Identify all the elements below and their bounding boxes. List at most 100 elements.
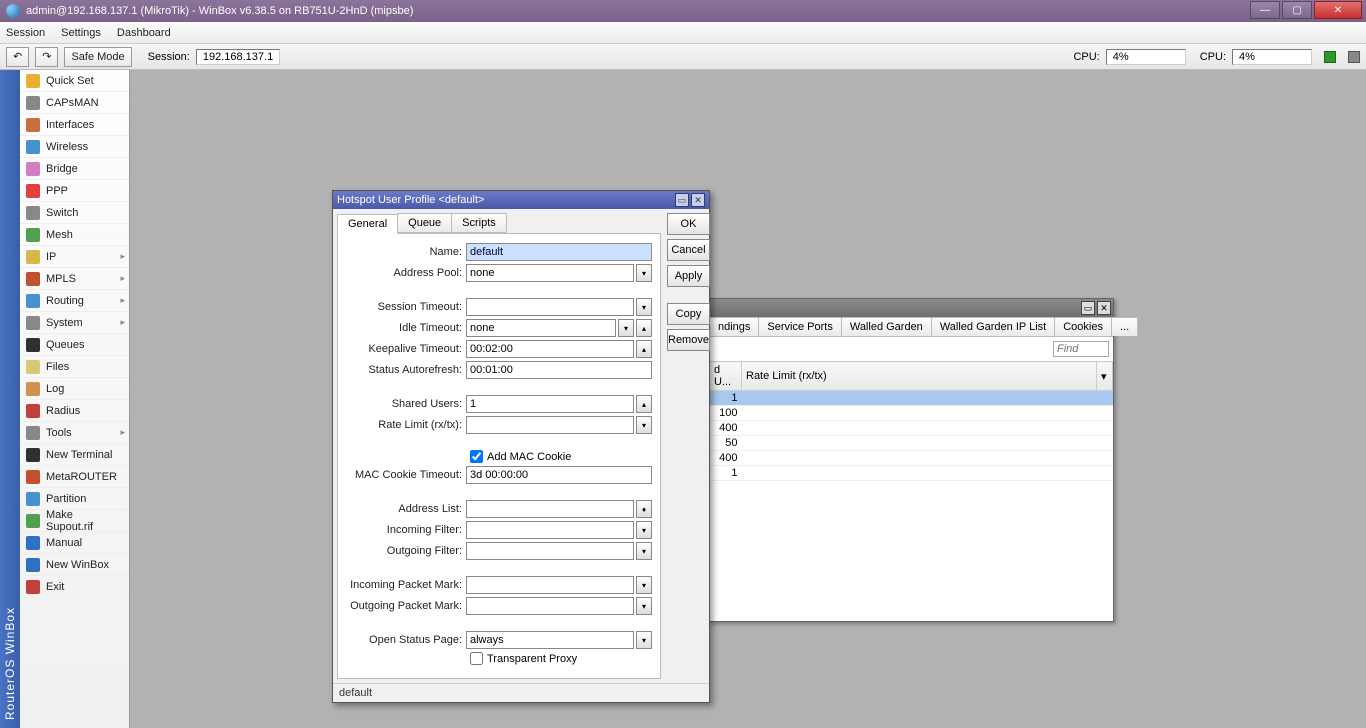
- sidebar-item-capsman[interactable]: CAPsMAN: [20, 92, 129, 114]
- sidebar-item-label: Exit: [46, 581, 64, 593]
- pool-input[interactable]: [466, 264, 634, 282]
- apply-button[interactable]: Apply: [667, 265, 710, 287]
- sidebar-item-metarouter[interactable]: MetaROUTER: [20, 466, 129, 488]
- sidebar-item-queues[interactable]: Queues: [20, 334, 129, 356]
- bgwin-tab-5[interactable]: ...: [1111, 317, 1138, 336]
- close-button[interactable]: ✕: [1314, 1, 1362, 19]
- redo-button[interactable]: ↷: [35, 47, 58, 67]
- sidebar-item-label: Tools: [46, 427, 72, 439]
- sidebar-item-routing[interactable]: Routing▸: [20, 290, 129, 312]
- shared-users-input[interactable]: [466, 395, 634, 413]
- tab-general[interactable]: General: [337, 214, 398, 234]
- dialog-close-button[interactable]: ✕: [691, 193, 705, 207]
- tab-scripts[interactable]: Scripts: [451, 213, 507, 233]
- sidebar-item-quick-set[interactable]: Quick Set: [20, 70, 129, 92]
- find-input[interactable]: [1053, 341, 1109, 357]
- address-list-input[interactable]: [466, 500, 634, 518]
- sidebar-item-manual[interactable]: Manual: [20, 532, 129, 554]
- incoming-packet-mark-expand[interactable]: ▾: [636, 576, 652, 594]
- table-row[interactable]: 400: [710, 421, 1113, 436]
- tab-queue[interactable]: Queue: [397, 213, 452, 233]
- sidebar-item-exit[interactable]: Exit: [20, 576, 129, 598]
- bgwin-tab-2[interactable]: Walled Garden: [841, 317, 932, 336]
- table-row[interactable]: 100: [710, 406, 1113, 421]
- add-mac-cookie-checkbox[interactable]: [470, 450, 483, 463]
- sidebar-item-switch[interactable]: Switch: [20, 202, 129, 224]
- sidebar-item-partition[interactable]: Partition: [20, 488, 129, 510]
- rate-limit-expand[interactable]: ▾: [636, 416, 652, 434]
- pool-dropdown[interactable]: ▾: [636, 264, 652, 282]
- sidebar-item-tools[interactable]: Tools▸: [20, 422, 129, 444]
- incoming-packet-mark-input[interactable]: [466, 576, 634, 594]
- sidebar-handle[interactable]: RouterOS WinBox: [0, 70, 20, 728]
- autorefresh-input[interactable]: [466, 361, 652, 379]
- menu-dashboard[interactable]: Dashboard: [117, 27, 171, 39]
- sidebar-item-label: Switch: [46, 207, 78, 219]
- table-row[interactable]: 50: [710, 436, 1113, 451]
- incoming-filter-expand[interactable]: ▾: [636, 521, 652, 539]
- table-row[interactable]: 1: [710, 466, 1113, 481]
- outgoing-filter-input[interactable]: [466, 542, 634, 560]
- dialog-minimize-button[interactable]: ▭: [675, 193, 689, 207]
- sidebar-item-label: Mesh: [46, 229, 73, 241]
- undo-button[interactable]: ↶: [6, 47, 29, 67]
- sidebar-item-mesh[interactable]: Mesh: [20, 224, 129, 246]
- bgwin-minimize-button[interactable]: ▭: [1081, 301, 1095, 315]
- mac-cookie-timeout-input[interactable]: [466, 466, 652, 484]
- keepalive-collapse[interactable]: ▴: [636, 340, 652, 358]
- sidebar-item-mpls[interactable]: MPLS▸: [20, 268, 129, 290]
- sidebar-item-log[interactable]: Log: [20, 378, 129, 400]
- maximize-button[interactable]: ▢: [1282, 1, 1312, 19]
- sidebar-item-wireless[interactable]: Wireless: [20, 136, 129, 158]
- shared-users-collapse[interactable]: ▴: [636, 395, 652, 413]
- sidebar-item-bridge[interactable]: Bridge: [20, 158, 129, 180]
- idle-timeout-input[interactable]: [466, 319, 616, 337]
- minimize-button[interactable]: —: [1250, 1, 1280, 19]
- idle-timeout-collapse[interactable]: ▴: [636, 319, 652, 337]
- sidebar: Quick SetCAPsMANInterfacesWirelessBridge…: [20, 70, 130, 728]
- col-dropdown[interactable]: ▾: [1097, 362, 1113, 391]
- sidebar-item-system[interactable]: System▸: [20, 312, 129, 334]
- bgwin-tab-1[interactable]: Service Ports: [758, 317, 841, 336]
- address-list-spin[interactable]: ♦: [636, 500, 652, 518]
- sidebar-item-ip[interactable]: IP▸: [20, 246, 129, 268]
- sidebar-item-radius[interactable]: Radius: [20, 400, 129, 422]
- sidebar-item-interfaces[interactable]: Interfaces: [20, 114, 129, 136]
- keepalive-input[interactable]: [466, 340, 634, 358]
- outgoing-packet-mark-expand[interactable]: ▾: [636, 597, 652, 615]
- sidebar-item-ppp[interactable]: PPP: [20, 180, 129, 202]
- remove-button[interactable]: Remove: [667, 329, 710, 351]
- incoming-filter-input[interactable]: [466, 521, 634, 539]
- col-shared-users[interactable]: d U...: [710, 362, 742, 391]
- outgoing-packet-mark-input[interactable]: [466, 597, 634, 615]
- outgoing-filter-expand[interactable]: ▾: [636, 542, 652, 560]
- sidebar-item-make-supout-rif[interactable]: Make Supout.rif: [20, 510, 129, 532]
- safe-mode-button[interactable]: Safe Mode: [64, 47, 131, 67]
- bgwin-close-button[interactable]: ✕: [1097, 301, 1111, 315]
- col-rate-limit[interactable]: Rate Limit (rx/tx): [742, 362, 1097, 391]
- open-status-page-input[interactable]: [466, 631, 634, 649]
- sidebar-item-new-terminal[interactable]: New Terminal: [20, 444, 129, 466]
- bgwin-tab-4[interactable]: Cookies: [1054, 317, 1112, 336]
- name-input[interactable]: [466, 243, 652, 261]
- table-row[interactable]: 1: [710, 391, 1113, 406]
- rate-limit-input[interactable]: [466, 416, 634, 434]
- session-timeout-input[interactable]: [466, 298, 634, 316]
- bgwin-tab-0[interactable]: ndings: [709, 317, 759, 336]
- menu-settings[interactable]: Settings: [61, 27, 101, 39]
- open-status-page-dropdown[interactable]: ▾: [636, 631, 652, 649]
- session-timeout-expand[interactable]: ▾: [636, 298, 652, 316]
- chevron-right-icon: ▸: [120, 273, 125, 284]
- table-row[interactable]: 400: [710, 451, 1113, 466]
- sidebar-item-new-winbox[interactable]: New WinBox: [20, 554, 129, 576]
- transparent-proxy-checkbox[interactable]: [470, 652, 483, 665]
- sidebar-item-files[interactable]: Files: [20, 356, 129, 378]
- ok-button[interactable]: OK: [667, 213, 710, 235]
- copy-button[interactable]: Copy: [667, 303, 710, 325]
- bgwin-tab-3[interactable]: Walled Garden IP List: [931, 317, 1055, 336]
- idle-timeout-dropdown[interactable]: ▾: [618, 319, 634, 337]
- address-list-label: Address List:: [346, 503, 462, 515]
- hotspot-table: d U... Rate Limit (rx/tx) ▾ 110040050400…: [709, 361, 1113, 481]
- menu-session[interactable]: Session: [6, 27, 45, 39]
- cancel-button[interactable]: Cancel: [667, 239, 710, 261]
